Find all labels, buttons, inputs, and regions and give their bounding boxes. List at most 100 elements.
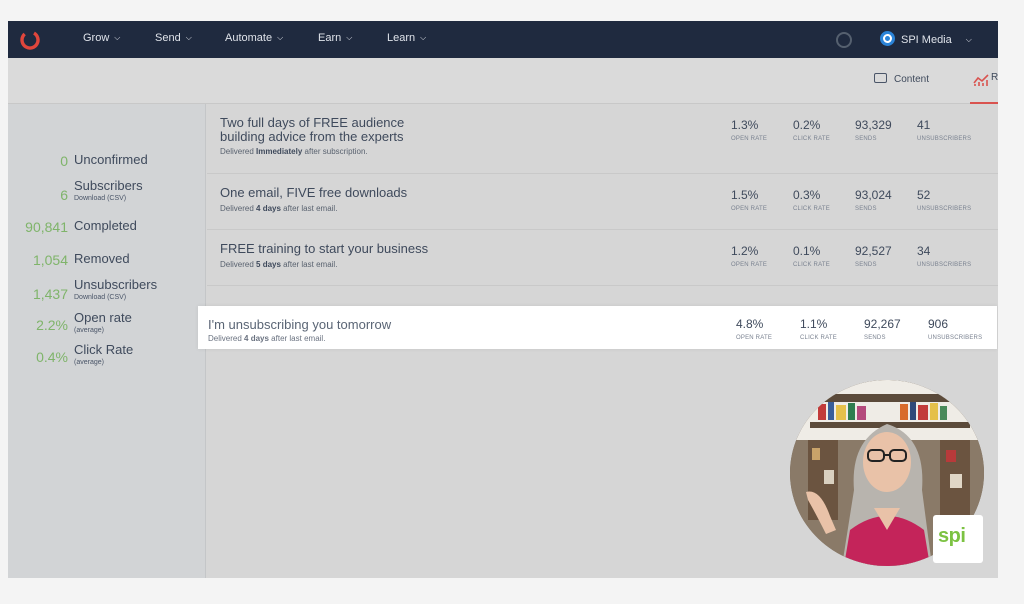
chart-icon (973, 74, 989, 86)
stat-label: Unconfirmed (74, 152, 148, 167)
unsubscribers-metric: 41 UNSUBSCRIBERS (917, 118, 971, 142)
click-rate-label: CLICK RATE (800, 335, 837, 341)
sends-metric: 92,267 SENDS (864, 317, 901, 341)
delivery-suffix: after last email. (271, 334, 326, 343)
sends-label: SENDS (855, 262, 877, 268)
account-name: SPI Media (901, 34, 952, 46)
delivery-timing: 4 days (256, 204, 281, 213)
open-rate-value: 1.2% (731, 244, 759, 258)
email-delivery-schedule: Delivered 4 days after last email. (220, 204, 337, 213)
sends-value: 93,024 (855, 188, 892, 202)
unsubscribers-metric: 34 UNSUBSCRIBERS (917, 244, 971, 268)
open-rate-metric: 1.3% OPEN RATE (731, 118, 767, 142)
account-menu[interactable]: SPI Media ⌵ (880, 31, 972, 46)
spi-brand-logo: spi (933, 515, 983, 563)
sends-label: SENDS (855, 206, 877, 212)
open-rate-metric: 4.8% OPEN RATE (736, 317, 772, 341)
delivery-timing: 4 days (244, 334, 269, 343)
click-rate-value: 0.2% (793, 118, 821, 132)
open-rate-label: OPEN RATE (731, 262, 768, 268)
open-rate-value: 4.8% (736, 317, 764, 331)
unsubscribers-value: 34 (917, 244, 931, 258)
unsubscribers-label: UNSUBSCRIBERS (917, 262, 972, 268)
unsubscribers-label: UNSUBSCRIBERS (928, 335, 983, 341)
open-rate-metric: 1.2% OPEN RATE (731, 244, 767, 268)
unsubscribers-value: 52 (917, 188, 931, 202)
top-navigation-bar: Grow ⌵ Send ⌵ Automate ⌵ Earn ⌵ Learn ⌵ SPI M… (8, 21, 998, 58)
stat-value: 1,437 (32, 286, 68, 302)
email-row[interactable]: One email, FIVE free downloads Delivered… (207, 174, 998, 230)
nav-earn-label: Earn (318, 32, 342, 44)
convertkit-logo-icon[interactable] (19, 29, 41, 51)
delivery-timing: Immediately (256, 147, 303, 156)
download-csv-link[interactable]: Download (CSV) (74, 195, 126, 202)
email-row[interactable]: Two full days of FREE audience building … (207, 104, 998, 174)
stat-completed: 90,841 Completed (8, 215, 206, 245)
click-rate-metric: 0.2% CLICK RATE (793, 118, 830, 142)
spi-logo-text: spi (938, 525, 966, 547)
unsubscribers-metric: 52 UNSUBSCRIBERS (917, 188, 971, 212)
delivery-suffix: after last email. (283, 204, 338, 213)
envelope-icon (874, 73, 887, 83)
stat-value: 0 (60, 153, 68, 169)
content-tab[interactable]: Content (874, 73, 929, 85)
email-delivery-schedule: Delivered Immediately after subscription… (220, 147, 368, 156)
delivery-timing: 5 days (256, 260, 281, 269)
download-csv-link[interactable]: Download (CSV) (74, 294, 126, 301)
chevron-down-icon: ⌵ (185, 33, 192, 42)
stat-label: Unsubscribers (74, 277, 158, 292)
stat-label: Open rate (74, 310, 132, 325)
nav-earn[interactable]: Earn ⌵ (318, 32, 352, 44)
stat-label: Removed (74, 251, 130, 266)
reports-tab[interactable]: R (970, 72, 998, 104)
click-rate-label: CLICK RATE (793, 136, 830, 142)
power-icon (880, 31, 895, 46)
click-rate-metric: 0.3% CLICK RATE (793, 188, 830, 212)
delivery-suffix: after last email. (283, 260, 338, 269)
open-rate-label: OPEN RATE (731, 206, 768, 212)
click-rate-value: 1.1% (800, 317, 828, 331)
reports-tab-label: R (991, 72, 998, 83)
email-subject: I'm unsubscribing you tomorrow (208, 317, 392, 332)
stat-label: Completed (74, 218, 137, 233)
click-rate-metric: 0.1% CLICK RATE (793, 244, 830, 268)
nav-learn-label: Learn (387, 32, 416, 44)
stat-value: 0.4% (36, 349, 68, 365)
nav-send-label: Send (155, 32, 181, 44)
stat-value: 1,054 (32, 252, 68, 268)
open-rate-value: 1.3% (731, 118, 759, 132)
stat-unsubscribers: 1,437 Unsubscribers Download (CSV) (8, 274, 206, 304)
nav-automate[interactable]: Automate ⌵ (225, 32, 283, 44)
nav-send[interactable]: Send ⌵ (155, 32, 192, 44)
click-rate-value: 0.1% (793, 244, 821, 258)
chevron-down-icon: ⌵ (965, 35, 972, 44)
email-row-highlighted[interactable]: I'm unsubscribing you tomorrow Delivered… (198, 306, 997, 349)
open-rate-value: 1.5% (731, 188, 759, 202)
nav-grow-label: Grow (83, 32, 110, 44)
delivery-prefix: Delivered (220, 147, 254, 156)
unsubscribers-value: 906 (928, 317, 949, 331)
email-subject: Two full days of FREE audience building … (220, 115, 405, 144)
sends-metric: 92,527 SENDS (855, 244, 892, 268)
nav-grow[interactable]: Grow ⌵ (83, 32, 120, 44)
email-delivery-schedule: Delivered 4 days after last email. (208, 334, 325, 343)
stat-open-rate: 2.2% Open rate (average) (8, 307, 206, 337)
chevron-down-icon: ⌵ (420, 33, 427, 42)
chevron-down-icon: ⌵ (277, 33, 284, 42)
delivery-prefix: Delivered (220, 204, 254, 213)
sends-value: 93,329 (855, 118, 892, 132)
sends-metric: 93,329 SENDS (855, 118, 892, 142)
stat-value: 6 (60, 187, 68, 203)
delivery-prefix: Delivered (220, 260, 254, 269)
email-row[interactable]: FREE training to start your business Del… (207, 230, 998, 286)
loading-spinner-icon (836, 32, 852, 48)
content-tab-label: Content (894, 74, 930, 85)
email-delivery-schedule: Delivered 5 days after last email. (220, 260, 337, 269)
open-rate-label: OPEN RATE (731, 136, 768, 142)
nav-learn[interactable]: Learn ⌵ (387, 32, 426, 44)
chevron-down-icon: ⌵ (114, 33, 121, 42)
chevron-down-icon: ⌵ (346, 33, 353, 42)
stat-sub-label: (average) (74, 327, 104, 334)
click-rate-label: CLICK RATE (793, 262, 830, 268)
sends-label: SENDS (855, 136, 877, 142)
